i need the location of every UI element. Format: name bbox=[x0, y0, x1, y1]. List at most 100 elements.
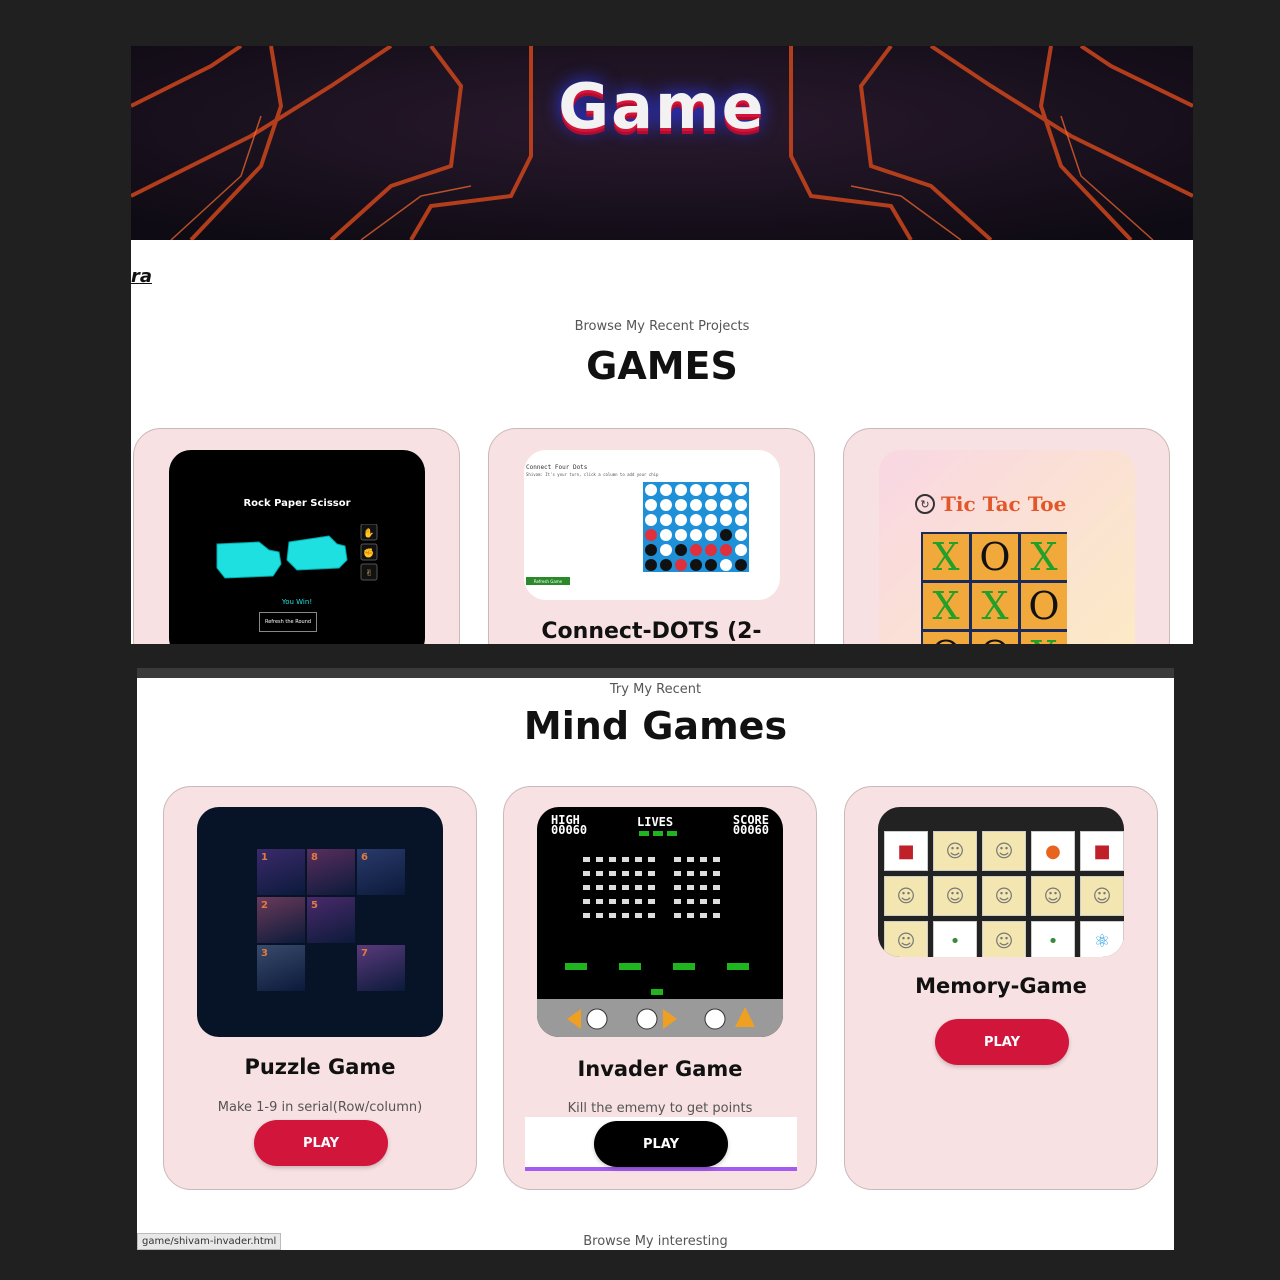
rps-refresh-button: Refresh the Round bbox=[259, 612, 317, 632]
player-cannon bbox=[651, 989, 663, 995]
control-button-icon bbox=[704, 1008, 726, 1030]
board-cell bbox=[720, 499, 732, 511]
memory-card-brain-icon: ☺ bbox=[884, 921, 928, 957]
mind-card-puzzle[interactable]: 186 253 7 Puzzle Game Make 1-9 in serial(R… bbox=[163, 786, 477, 1190]
alien-icon bbox=[622, 857, 629, 862]
connect-dots-title: Connect-DOTS (2- bbox=[541, 619, 762, 644]
board-cell bbox=[645, 529, 657, 541]
alien-icon bbox=[583, 885, 590, 890]
game-card-rock-paper-scissor[interactable]: Rock Paper Scissor ✋ ✊ ✌ You Win! Refres… bbox=[133, 428, 460, 644]
invader-play-button[interactable]: PLAY bbox=[594, 1121, 728, 1167]
rps-result-text: You Win! bbox=[281, 598, 313, 606]
alien-icon bbox=[596, 885, 603, 890]
alien-icon bbox=[583, 899, 590, 904]
ttt-cell: X bbox=[1021, 632, 1067, 644]
life-icon bbox=[653, 831, 663, 836]
alien-icon bbox=[609, 899, 616, 904]
game-card-connect-dots[interactable]: Connect Four Dots Shivam: It's your turn… bbox=[488, 428, 815, 644]
svg-text:✊: ✊ bbox=[363, 548, 374, 559]
invaders-field bbox=[537, 831, 783, 1037]
alien-icon bbox=[609, 913, 616, 918]
alien-icon bbox=[700, 885, 707, 890]
puzzle-tile: 1 bbox=[257, 849, 305, 895]
board-cell bbox=[645, 544, 657, 556]
svg-text:✋: ✋ bbox=[363, 527, 374, 539]
board-cell bbox=[675, 529, 687, 541]
ttt-cell: X bbox=[923, 534, 969, 580]
svg-text:✌: ✌ bbox=[365, 569, 373, 579]
bunker bbox=[565, 963, 587, 970]
tic-tac-toe-thumb-title: Tic Tac Toe bbox=[941, 492, 1067, 516]
status-bar-url: game/shivam-invader.html bbox=[137, 1233, 282, 1250]
game-card-tic-tac-toe[interactable]: ↻ Tic Tac Toe XOXXXOOOX bbox=[843, 428, 1170, 644]
puzzle-tile: 6 bbox=[357, 849, 405, 895]
board-cell bbox=[705, 529, 717, 541]
alien-icon bbox=[713, 857, 720, 862]
mind-card-memory[interactable]: ■ ☺ ☺ ● ■ ☺ ☺ ☺ ☺ ☺ ☺ • ☺ • ⚛ Memory-Game PLAY bbox=[844, 786, 1158, 1190]
board-cell bbox=[705, 544, 717, 556]
invader-title: Invader Game bbox=[577, 1057, 743, 1081]
alien-icon bbox=[700, 857, 707, 862]
board-cell bbox=[720, 559, 732, 571]
ttt-cell: O bbox=[1021, 583, 1067, 629]
games-section-title: GAMES bbox=[586, 344, 738, 388]
mind-card-invader[interactable]: HIGH 00060 LIVES SCORE 00060 Invader Gam… bbox=[503, 786, 817, 1190]
board-cell bbox=[660, 514, 672, 526]
alien-icon bbox=[622, 885, 629, 890]
alien-icon bbox=[635, 857, 642, 862]
ttt-cell: X bbox=[923, 583, 969, 629]
control-button-icon bbox=[636, 1008, 658, 1030]
invader-thumbnail: HIGH 00060 LIVES SCORE 00060 bbox=[537, 807, 783, 1037]
alien-icon bbox=[700, 913, 707, 918]
puzzle-play-button[interactable]: PLAY bbox=[254, 1120, 388, 1166]
memory-card-brain-icon: ☺ bbox=[982, 876, 1026, 916]
alien-icon bbox=[635, 899, 642, 904]
life-icon bbox=[667, 831, 677, 836]
board-cell bbox=[675, 499, 687, 511]
memory-grid: ■ ☺ ☺ ● ■ ☺ ☺ ☺ ☺ ☺ ☺ • ☺ • ⚛ bbox=[884, 831, 1124, 957]
alien-icon bbox=[609, 871, 616, 876]
nav-link-fragment[interactable]: ra bbox=[131, 266, 152, 287]
board-cell bbox=[735, 499, 747, 511]
board-cell bbox=[645, 499, 657, 511]
board-cell bbox=[735, 544, 747, 556]
alien-icon bbox=[583, 871, 590, 876]
memory-title: Memory-Game bbox=[915, 974, 1087, 998]
alien-icon bbox=[609, 885, 616, 890]
memory-card-brain-icon: ☺ bbox=[1080, 876, 1124, 916]
alien-icon bbox=[687, 913, 694, 918]
alien-icon bbox=[674, 885, 681, 890]
board-cell bbox=[720, 484, 732, 496]
puzzle-tile: 7 bbox=[357, 945, 405, 991]
board-cell bbox=[675, 544, 687, 556]
alien-icon bbox=[648, 857, 655, 862]
board-cell bbox=[690, 499, 702, 511]
puzzle-tile bbox=[307, 945, 355, 991]
board-cell bbox=[690, 559, 702, 571]
games-section-subtitle: Browse My Recent Projects bbox=[574, 319, 750, 334]
life-icon bbox=[639, 831, 649, 836]
board-cell bbox=[690, 514, 702, 526]
memory-play-button[interactable]: PLAY bbox=[935, 1019, 1069, 1065]
board-cell bbox=[660, 529, 672, 541]
board-cell bbox=[675, 514, 687, 526]
alien-icon bbox=[700, 899, 707, 904]
connect-refresh-button: Refresh Game bbox=[526, 577, 570, 585]
hero-banner: Game bbox=[131, 46, 1193, 240]
memory-card-node-icon: • bbox=[933, 921, 977, 957]
top-screenshot: Game ra Browse My Recent Projects GAMES … bbox=[131, 46, 1193, 644]
puzzle-tile: 5 bbox=[307, 897, 355, 943]
refresh-icon: ↻ bbox=[915, 494, 935, 514]
alien-icon bbox=[674, 899, 681, 904]
memory-thumbnail: ■ ☺ ☺ ● ■ ☺ ☺ ☺ ☺ ☺ ☺ • ☺ • ⚛ bbox=[878, 807, 1124, 957]
rps-thumbnail: Rock Paper Scissor ✋ ✊ ✌ You Win! Refres… bbox=[169, 450, 425, 644]
puzzle-title: Puzzle Game bbox=[244, 1055, 396, 1079]
alien-icon bbox=[596, 871, 603, 876]
board-cell bbox=[720, 529, 732, 541]
board-cell bbox=[645, 559, 657, 571]
puzzle-tile: 8 bbox=[307, 849, 355, 895]
alien-icon bbox=[674, 857, 681, 862]
alien-icon bbox=[635, 871, 642, 876]
tic-tac-toe-grid: XOXXXOOOX bbox=[921, 532, 1067, 644]
bunker bbox=[673, 963, 695, 970]
